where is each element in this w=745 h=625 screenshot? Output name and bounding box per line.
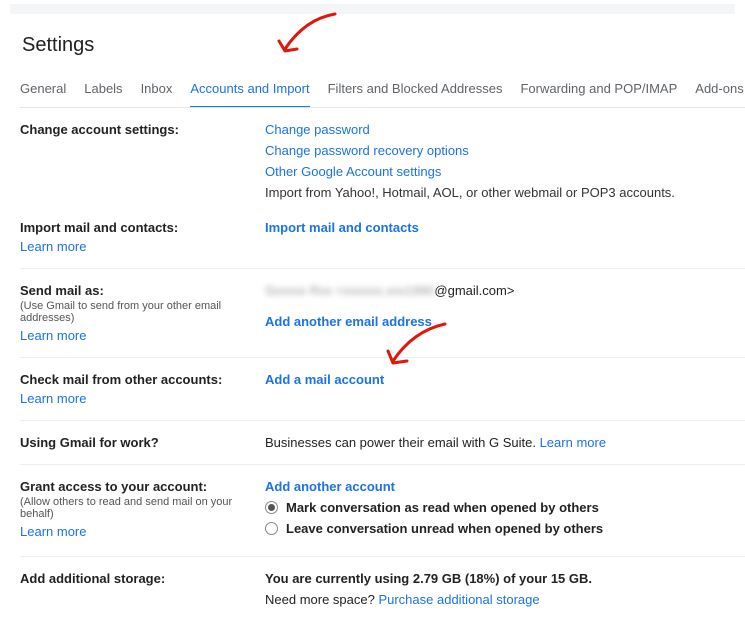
work-desc: Businesses can power their email with G … <box>265 435 540 450</box>
other-account-settings-link[interactable]: Other Google Account settings <box>265 164 441 179</box>
mark-read-label: Mark conversation as read when opened by… <box>286 500 599 515</box>
add-mail-account-link[interactable]: Add a mail account <box>265 372 384 387</box>
grant-learn-more-link[interactable]: Learn more <box>20 524 86 539</box>
storage-title: Add additional storage: <box>20 571 255 586</box>
tab-accounts-import[interactable]: Accounts and Import <box>190 75 309 108</box>
page-title: Settings <box>22 34 745 57</box>
work-learn-more-link[interactable]: Learn more <box>540 435 606 450</box>
radio-icon <box>265 522 278 535</box>
import-mail-title: Import mail and contacts: <box>20 220 255 235</box>
send-as-title: Send mail as: <box>20 283 255 298</box>
tab-addons[interactable]: Add-ons <box>695 75 743 107</box>
storage-usage: You are currently using 2.79 GB (18%) of… <box>265 571 745 586</box>
check-mail-learn-more-link[interactable]: Learn more <box>20 391 86 406</box>
tab-general[interactable]: General <box>20 75 66 107</box>
top-banner-placeholder <box>10 4 735 14</box>
change-account-title: Change account settings: <box>20 122 255 137</box>
work-title: Using Gmail for work? <box>20 435 255 450</box>
change-password-link[interactable]: Change password <box>265 122 370 137</box>
import-learn-more-link[interactable]: Learn more <box>20 239 86 254</box>
send-as-identity: Sxxxxx Rxx <xxxxxx.xxx1990@gmail.com> <box>265 283 745 298</box>
tab-labels[interactable]: Labels <box>84 75 122 107</box>
grant-title: Grant access to your account: <box>20 479 255 494</box>
settings-tabs: General Labels Inbox Accounts and Import… <box>20 75 745 108</box>
send-as-email-suffix: @gmail.com> <box>434 283 514 298</box>
send-as-hint: (Use Gmail to send from your other email… <box>20 300 255 324</box>
grant-hint: (Allow others to read and send mail on y… <box>20 496 255 520</box>
radio-icon <box>265 501 278 514</box>
tab-filters[interactable]: Filters and Blocked Addresses <box>328 75 503 107</box>
storage-need-more: Need more space? <box>265 592 378 607</box>
tab-inbox[interactable]: Inbox <box>141 75 173 107</box>
check-mail-title: Check mail from other accounts: <box>20 372 255 387</box>
add-another-email-link[interactable]: Add another email address <box>265 314 432 329</box>
send-as-learn-more-link[interactable]: Learn more <box>20 328 86 343</box>
mark-read-option[interactable]: Mark conversation as read when opened by… <box>265 500 745 515</box>
purchase-storage-link[interactable]: Purchase additional storage <box>378 592 539 607</box>
leave-unread-option[interactable]: Leave conversation unread when opened by… <box>265 521 745 536</box>
import-desc: Import from Yahoo!, Hotmail, AOL, or oth… <box>265 185 745 200</box>
leave-unread-label: Leave conversation unread when opened by… <box>286 521 603 536</box>
change-recovery-link[interactable]: Change password recovery options <box>265 143 469 158</box>
add-another-account-link[interactable]: Add another account <box>265 479 395 494</box>
send-as-email-redacted-prefix: <xxxxxx.xxx1990 <box>336 283 435 298</box>
send-as-name-redacted: Sxxxxx Rxx <box>265 283 332 298</box>
tab-forwarding[interactable]: Forwarding and POP/IMAP <box>520 75 677 107</box>
import-mail-action-link[interactable]: Import mail and contacts <box>265 220 419 235</box>
